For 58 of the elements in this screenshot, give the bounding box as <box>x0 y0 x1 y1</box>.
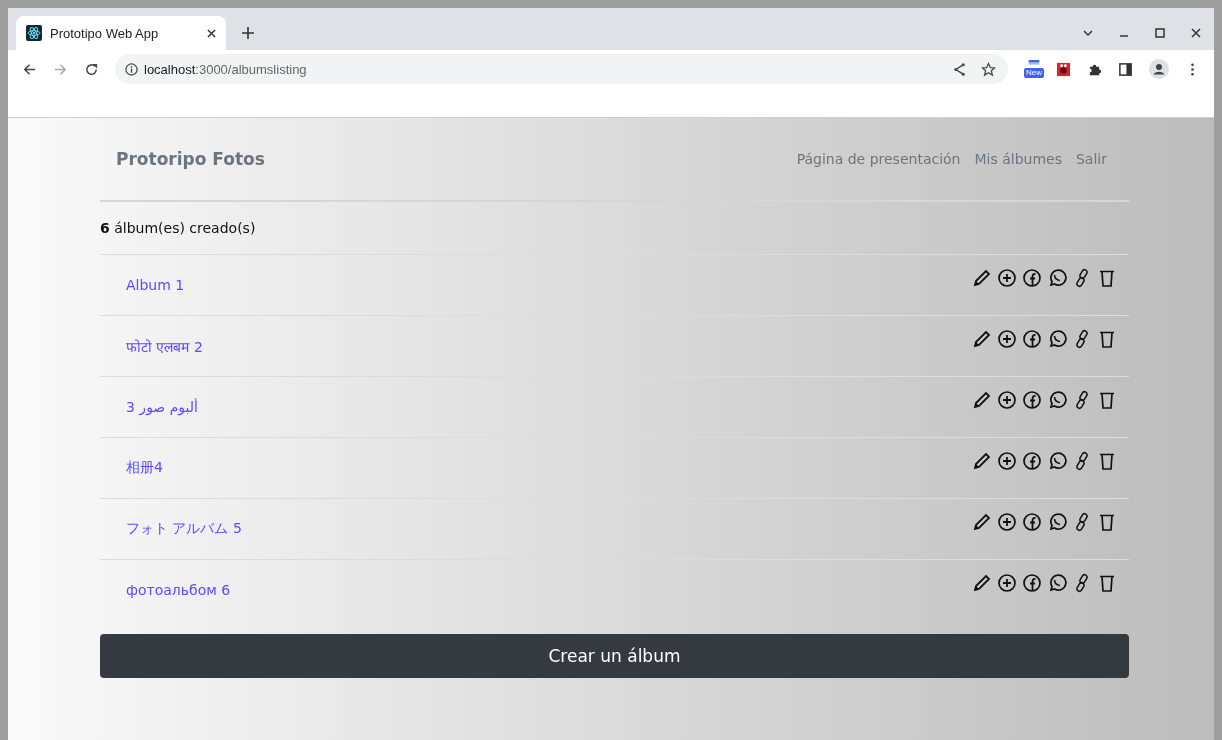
pencil-icon[interactable] <box>972 329 992 349</box>
whatsapp-icon[interactable] <box>1047 512 1067 532</box>
avatar-icon[interactable] <box>1149 59 1169 79</box>
maximize-icon[interactable] <box>1154 27 1166 39</box>
plus-circle-icon[interactable] <box>997 573 1017 593</box>
brand-title[interactable]: Protoripo Fotos <box>116 149 265 169</box>
url-text: localhost:3000/albumslisting <box>144 61 307 77</box>
facebook-icon[interactable] <box>1022 390 1042 410</box>
album-link[interactable]: フォト アルバム 5 <box>126 520 242 538</box>
album-link[interactable]: फोटो एलबम 2 <box>126 336 203 356</box>
trash-icon[interactable] <box>1097 329 1117 349</box>
side-panel-icon[interactable] <box>1118 61 1133 77</box>
plus-circle-icon[interactable] <box>997 512 1017 532</box>
pencil-icon[interactable] <box>972 390 992 410</box>
trash-icon[interactable] <box>1097 390 1117 410</box>
plus-circle-icon[interactable] <box>997 268 1017 288</box>
pencil-icon[interactable] <box>972 268 992 288</box>
close-icon[interactable] <box>207 28 216 38</box>
whatsapp-icon[interactable] <box>1047 268 1067 288</box>
plus-circle-icon[interactable] <box>997 451 1017 471</box>
trash-icon[interactable] <box>1097 451 1117 471</box>
plus-circle-icon[interactable] <box>997 329 1017 349</box>
trash-icon[interactable] <box>1097 573 1117 593</box>
address-bar[interactable]: localhost:3000/albumslisting <box>115 54 1008 84</box>
close-icon[interactable] <box>1190 27 1202 39</box>
new-tab-icon[interactable] <box>242 27 254 39</box>
create-album-button[interactable]: Crear un álbum <box>100 634 1129 678</box>
reload-icon[interactable] <box>84 61 99 77</box>
whatsapp-icon[interactable] <box>1047 451 1067 471</box>
facebook-icon[interactable] <box>1022 512 1042 532</box>
album-link[interactable]: Album 1 <box>126 277 185 293</box>
plus-circle-icon[interactable] <box>997 390 1017 410</box>
whatsapp-icon[interactable] <box>1047 329 1067 349</box>
whatsapp-icon[interactable] <box>1047 390 1067 410</box>
album-count-text: 6 álbum(es) creado(s) <box>100 220 256 236</box>
album-link[interactable]: ألبوم صور 3 <box>126 399 198 415</box>
album-link[interactable]: фотоальбом 6 <box>126 582 231 598</box>
nav-link[interactable]: Salir <box>1076 151 1107 167</box>
facebook-icon[interactable] <box>1022 573 1042 593</box>
browser-tab[interactable]: Prototipo Web App <box>16 16 226 50</box>
extension-icon[interactable] <box>1056 61 1071 77</box>
star-icon[interactable] <box>981 61 996 77</box>
facebook-icon[interactable] <box>1022 451 1042 471</box>
facebook-icon[interactable] <box>1022 268 1042 288</box>
chevron-down-icon[interactable] <box>1082 27 1094 39</box>
info-icon <box>125 62 138 76</box>
facebook-icon[interactable] <box>1022 329 1042 349</box>
trash-icon[interactable] <box>1097 512 1117 532</box>
pencil-icon[interactable] <box>972 512 992 532</box>
atom-icon <box>26 25 42 41</box>
trash-icon[interactable] <box>1097 268 1117 288</box>
pencil-icon[interactable] <box>972 451 992 471</box>
nav-link[interactable]: Página de presentación <box>796 151 961 167</box>
nav-link[interactable]: Mis álbumes <box>974 151 1062 167</box>
album-link[interactable]: 相册4 <box>126 459 163 477</box>
pencil-icon[interactable] <box>972 573 992 593</box>
whatsapp-icon[interactable] <box>1047 573 1067 593</box>
share-icon[interactable] <box>952 61 967 77</box>
